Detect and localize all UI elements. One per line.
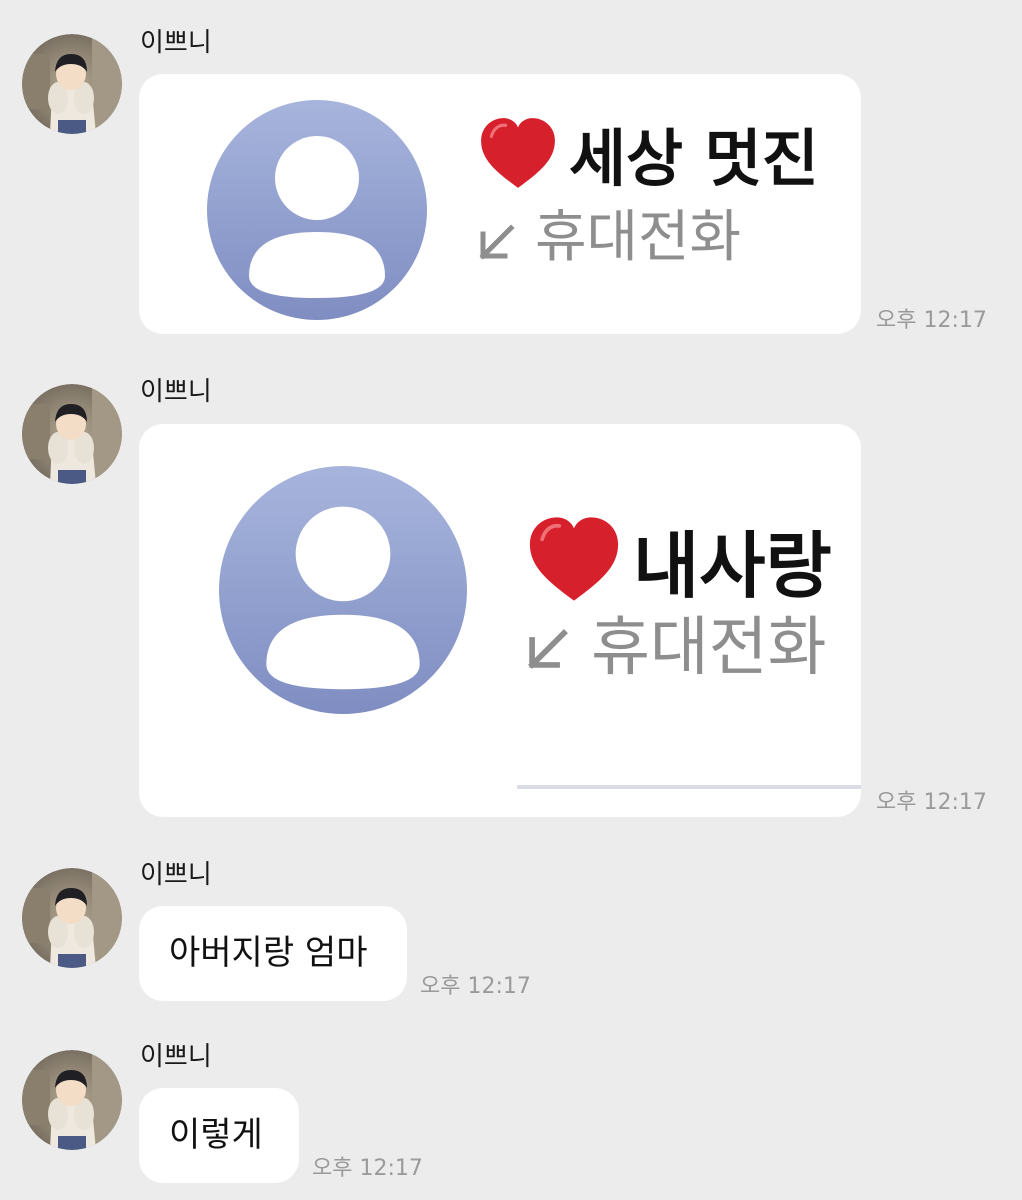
contact-name: 세상 멋진 [569, 122, 819, 195]
sender-name: 이쁘니 [140, 28, 212, 58]
avatar-photo [22, 868, 122, 968]
avatar-photo [22, 1050, 122, 1150]
default-profile-icon [219, 466, 467, 714]
incoming-call-arrow-icon [528, 629, 568, 669]
avatar-photo [22, 34, 122, 134]
avatar[interactable] [22, 1050, 122, 1150]
sender-name: 이쁘니 [140, 1042, 212, 1072]
text-message-bubble[interactable]: 아버지랑 엄마 [139, 906, 407, 1001]
timestamp: 오후 12:17 [420, 974, 531, 999]
divider-line [517, 785, 861, 789]
avatar[interactable] [22, 34, 122, 134]
contact-label: 휴대전화 [535, 205, 742, 270]
timestamp: 오후 12:17 [876, 308, 987, 333]
sender-name: 이쁘니 [140, 860, 212, 890]
avatar[interactable] [22, 868, 122, 968]
timestamp: 오후 12:17 [876, 790, 987, 815]
message-text: 아버지랑 엄마 [169, 933, 368, 973]
sender-name: 이쁘니 [140, 377, 212, 407]
default-profile-icon [207, 100, 427, 320]
contact-name: 내사랑 [633, 524, 832, 608]
avatar[interactable] [22, 384, 122, 484]
incoming-call-arrow-icon [479, 224, 515, 260]
contact-image-message[interactable]: 내사랑 휴대전화 [139, 424, 861, 817]
red-heart-icon [528, 515, 620, 603]
red-heart-icon [479, 116, 557, 190]
avatar-photo [22, 384, 122, 484]
message-text: 이렇게 [169, 1115, 263, 1155]
contact-label: 휴대전화 [591, 611, 827, 685]
timestamp: 오후 12:17 [312, 1156, 423, 1181]
contact-image-message[interactable]: 세상 멋진 휴대전화 [139, 74, 861, 334]
text-message-bubble[interactable]: 이렇게 [139, 1088, 299, 1183]
